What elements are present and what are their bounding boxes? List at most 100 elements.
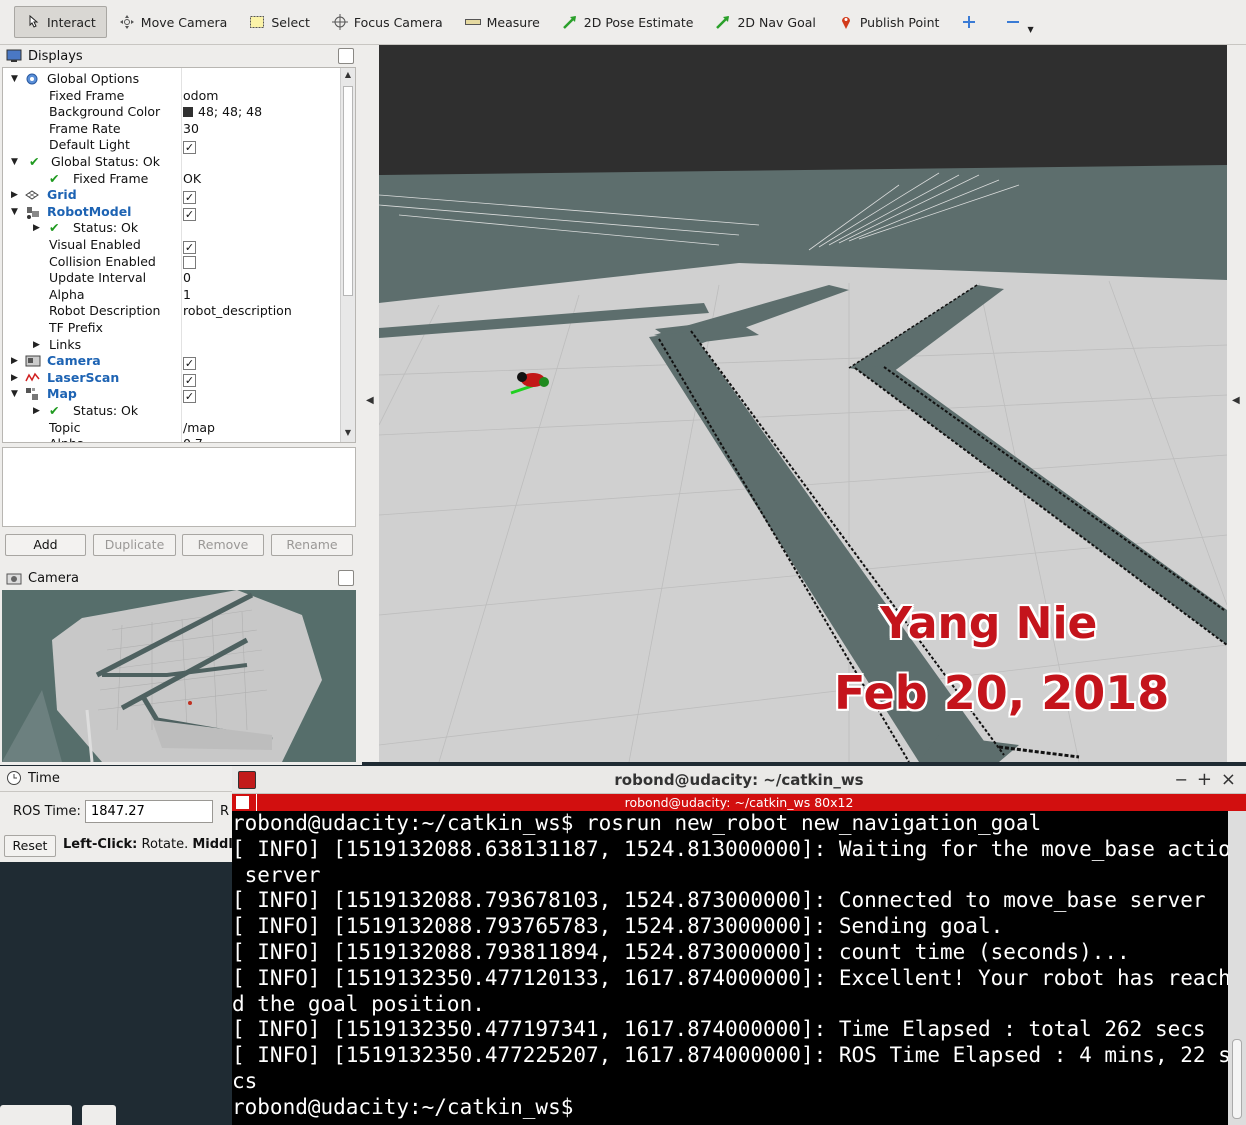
display-tree-row[interactable]: Collision Enabled [3, 254, 341, 271]
enabled-checkbox[interactable]: ✓ [183, 207, 196, 221]
display-tree-row[interactable]: Update Interval 0 [3, 270, 341, 287]
terminal-scroll-thumb[interactable] [1232, 1039, 1242, 1119]
display-tree-row[interactable]: Fixed Frame odom [3, 88, 341, 105]
scroll-up-icon[interactable]: ▲ [343, 70, 353, 79]
maximize-button[interactable]: + [1197, 766, 1212, 794]
display-tree-row[interactable]: ▶ Camera ✓ [3, 353, 341, 371]
scroll-down-icon[interactable]: ▼ [343, 428, 353, 437]
focus-camera-tool-button[interactable]: Focus Camera [322, 6, 453, 38]
scroll-thumb[interactable] [343, 86, 353, 296]
move-camera-tool-button[interactable]: Move Camera [109, 6, 238, 38]
display-tree-row[interactable]: Alpha 0.7 [3, 436, 341, 442]
taskbar-item[interactable] [0, 1105, 72, 1125]
add-display-button[interactable]: Add [5, 534, 86, 556]
display-tree-row[interactable]: TF Prefix [3, 320, 341, 337]
remove-tool-button[interactable]: ▼ [995, 6, 1043, 38]
display-property-value[interactable]: ✓ [183, 386, 196, 404]
display-tree-row[interactable]: Background Color 48; 48; 48 [3, 104, 341, 121]
display-tree-row[interactable]: ▶ LaserScan ✓ [3, 370, 341, 387]
undock-button[interactable] [338, 48, 354, 64]
select-tool-button[interactable]: Select [239, 6, 320, 38]
displays-scrollbar[interactable]: ▲ ▼ [340, 68, 355, 442]
display-tree-row[interactable]: Alpha 1 [3, 287, 341, 304]
add-tool-button[interactable] [951, 6, 993, 38]
display-property-value[interactable]: 0 [183, 270, 191, 287]
display-property-value[interactable]: ✓ [183, 353, 196, 371]
time-panel-title: Time [28, 770, 60, 786]
display-tree-row[interactable]: ▶ ✔ Status: Ok [3, 403, 341, 420]
collapse-arrow-icon[interactable]: ▶ [11, 370, 18, 387]
display-property-value[interactable]: /map [183, 420, 215, 437]
enabled-checkbox[interactable]: ✓ [183, 191, 196, 205]
display-tree-row[interactable]: ✔ Fixed Frame OK [3, 171, 341, 188]
enabled-checkbox[interactable]: ✓ [183, 373, 196, 387]
display-tree-row[interactable]: ▼ Map ✓ [3, 386, 341, 404]
collapse-arrow-icon[interactable]: ▶ [11, 353, 18, 370]
display-property-value[interactable]: ✓ [183, 204, 196, 221]
display-property-value[interactable]: 0.7 [183, 436, 203, 442]
display-property-value[interactable]: ✓ [183, 187, 196, 205]
expand-arrow-icon[interactable]: ▼ [11, 154, 18, 171]
left-collapse-handle[interactable]: ◀ [362, 45, 379, 762]
enabled-checkbox[interactable] [183, 255, 196, 269]
collapse-arrow-icon[interactable]: ▶ [33, 337, 40, 354]
display-tree-row[interactable]: Topic/map [3, 420, 341, 437]
display-property-name: Background Color [49, 104, 161, 120]
display-tree-row[interactable]: Visual Enabled ✓ [3, 237, 341, 254]
display-property-value[interactable]: OK [183, 171, 201, 188]
interact-tool-button[interactable]: Interact [14, 6, 107, 38]
collapse-arrow-icon[interactable]: ▶ [33, 220, 40, 237]
terminal-scrollbar[interactable] [1228, 811, 1246, 1125]
display-property-value[interactable]: 1 [183, 287, 191, 304]
enabled-checkbox[interactable]: ✓ [183, 357, 196, 371]
display-tree-row[interactable]: ▶ Grid ✓ [3, 187, 341, 205]
publish-point-tool-button[interactable]: Publish Point [828, 6, 950, 38]
display-property-value[interactable]: odom [183, 88, 218, 105]
display-property-name: Fixed Frame [73, 170, 149, 186]
display-tree-row[interactable]: ▼ ✔ Global Status: Ok [3, 154, 341, 171]
expand-arrow-icon[interactable]: ▼ [11, 71, 18, 88]
display-property-value[interactable]: ✓ [183, 370, 196, 387]
enabled-checkbox[interactable]: ✓ [183, 390, 196, 404]
display-tree-row[interactable]: ▼ RobotModel ✓ [3, 204, 341, 221]
taskbar-item[interactable] [82, 1105, 116, 1125]
terminal-output[interactable]: robond@udacity:~/catkin_ws$ rosrun new_r… [232, 811, 1228, 1125]
collapse-arrow-icon[interactable]: ▶ [11, 187, 18, 204]
terminal-titlebar[interactable]: robond@udacity: ~/catkin_ws − + × [232, 766, 1246, 794]
3d-viewport[interactable] [379, 45, 1227, 762]
reset-button[interactable]: Reset [4, 835, 56, 857]
display-property-value[interactable]: 30 [183, 121, 199, 138]
minimize-button[interactable]: − [1175, 766, 1188, 794]
display-tree-row[interactable]: Frame Rate 30 [3, 121, 341, 138]
display-tree-row[interactable]: Robot Description robot_description [3, 303, 341, 320]
rename-display-button[interactable]: Rename [271, 534, 353, 556]
enabled-checkbox[interactable]: ✓ [183, 241, 196, 254]
display-tree-row[interactable]: ▶ ✔ Status: Ok [3, 220, 341, 237]
display-tree-row[interactable]: ▶ Links [3, 337, 341, 354]
collapse-arrow-icon[interactable]: ▶ [33, 403, 40, 420]
display-tree-row[interactable]: ▼ Global Options [3, 71, 341, 88]
color-swatch[interactable] [183, 107, 193, 118]
ros-time-field[interactable] [85, 800, 213, 823]
duplicate-display-button[interactable]: Duplicate [93, 534, 176, 556]
display-property-value[interactable]: robot_description [183, 303, 292, 320]
expand-arrow-icon[interactable]: ▼ [11, 204, 18, 221]
close-button[interactable]: × [1221, 766, 1236, 794]
terminal-tab[interactable]: robond@udacity: ~/catkin_ws 80x12 [232, 794, 1246, 811]
nav-goal-tool-button[interactable]: 2D Nav Goal [705, 6, 825, 38]
display-property-value[interactable]: 48; 48; 48 [183, 104, 262, 121]
right-collapse-handle[interactable]: ◀ [1227, 45, 1246, 762]
display-tree-row[interactable]: Default Light ✓ [3, 137, 341, 155]
display-property-value[interactable] [183, 254, 196, 272]
displays-tree[interactable]: ▼ Global Options Fixed Frame odom Background… [2, 67, 356, 443]
remove-display-button[interactable]: Remove [182, 534, 264, 556]
expand-arrow-icon[interactable]: ▼ [11, 386, 18, 403]
enabled-checkbox[interactable]: ✓ [183, 141, 196, 155]
pose-estimate-tool-button[interactable]: 2D Pose Estimate [552, 6, 704, 38]
camera-undock-button[interactable] [338, 570, 354, 586]
pose-estimate-label: 2D Pose Estimate [583, 14, 694, 30]
display-property-value[interactable]: ✓ [183, 137, 196, 155]
display-property-value[interactable]: ✓ [183, 237, 196, 254]
chevron-down-icon[interactable]: ▼ [1027, 25, 1033, 34]
measure-tool-button[interactable]: Measure [455, 6, 550, 38]
